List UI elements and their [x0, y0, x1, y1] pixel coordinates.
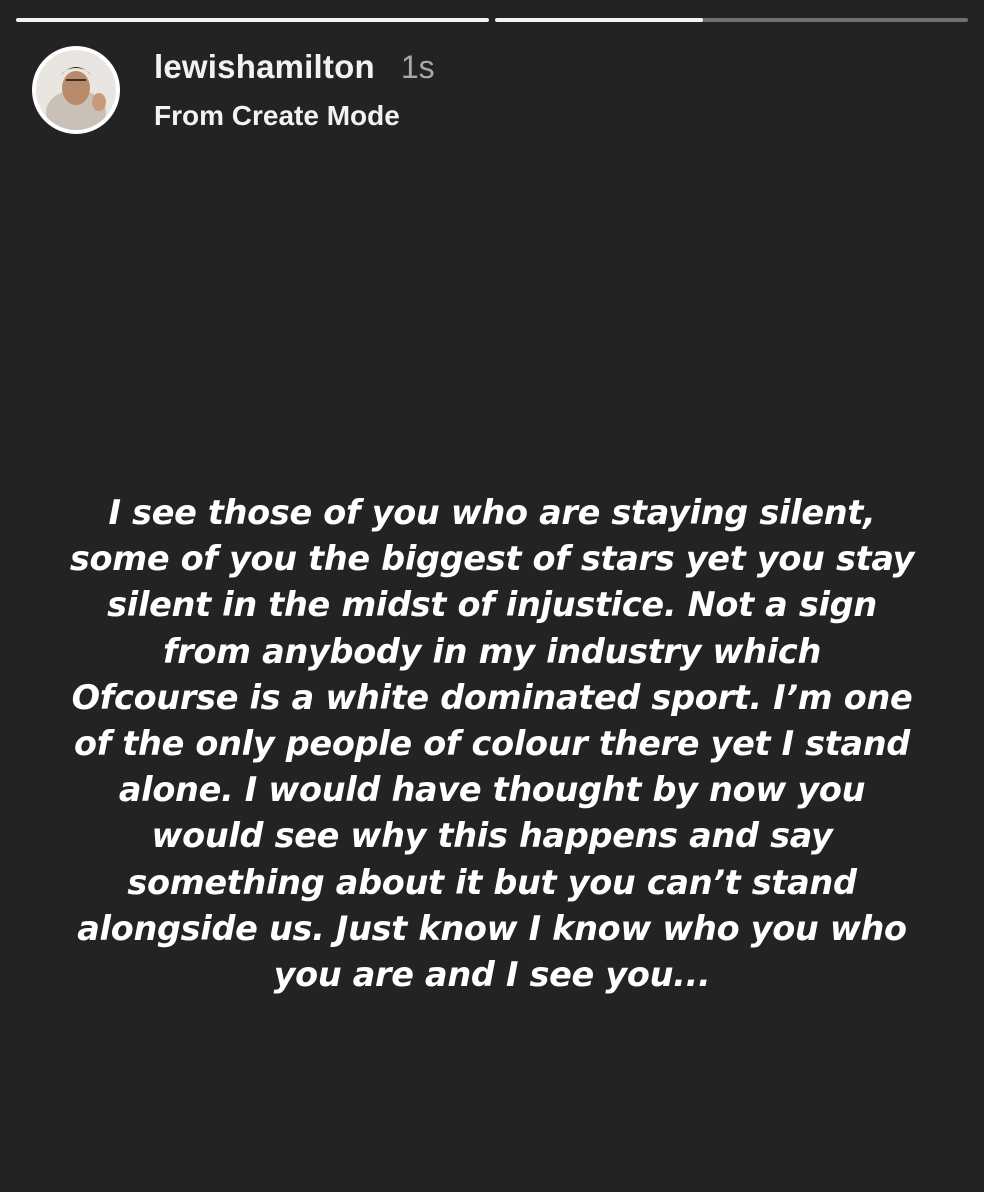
story-text-line: I see those of you who are staying silen… [108, 493, 876, 532]
progress-segment-2 [495, 18, 968, 22]
story-text-line: some of you the biggest of stars yet you… [69, 539, 915, 579]
story-text-line: alone. I would have thought by now you [118, 770, 866, 810]
story-meta: lewishamilton 1s From Create Mode [154, 48, 435, 132]
story-text-line: from anybody in my industry which [162, 631, 822, 671]
story-text-line: silent in the midst of injustice. Not a … [107, 585, 877, 625]
story-subtitle: From Create Mode [154, 100, 400, 131]
profile-photo-icon [36, 50, 116, 130]
story-text: I see those of you who are staying silen… [40, 490, 944, 998]
story-text-line: would see why this happens and say [151, 816, 833, 856]
avatar[interactable] [32, 46, 120, 134]
story-meta-row: lewishamilton 1s [154, 48, 435, 86]
progress-segment-1 [16, 18, 489, 22]
username[interactable]: lewishamilton [154, 48, 375, 86]
story-progress-bar [16, 18, 968, 22]
post-time: 1s [400, 49, 435, 85]
story-header: lewishamilton 1s From Create Mode [32, 46, 435, 134]
story-text-line: alongside us. Just know I know who you w… [77, 908, 907, 948]
story-text-line: you are and I see you... [273, 955, 711, 995]
story-text-line: something about it but you can’t stand [127, 862, 857, 902]
story-text-line: of the only people of colour there yet I… [73, 724, 910, 764]
story-text-line: Ofcourse is a white dominated sport. I’m… [71, 677, 913, 717]
